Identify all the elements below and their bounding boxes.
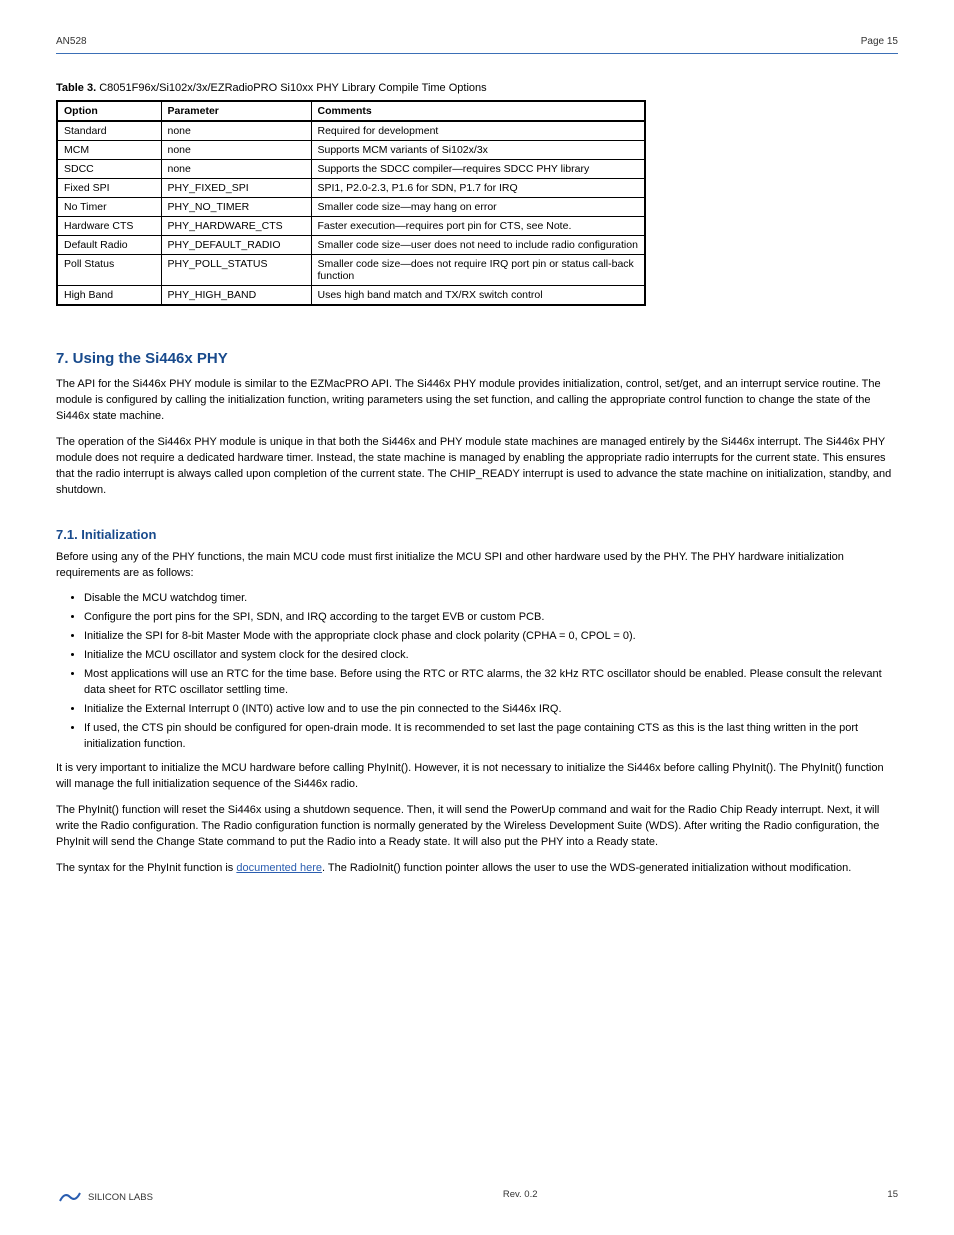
table-cell: PHY_POLL_STATUS (161, 255, 311, 286)
th-comments: Comments (311, 101, 645, 121)
table-cell: PHY_FIXED_SPI (161, 179, 311, 198)
subsection-title: 7.1. Initialization (56, 527, 898, 542)
options-table: Option Parameter Comments StandardnoneRe… (56, 100, 646, 306)
table-cell: SPI1, P2.0-2.3, P1.6 for SDN, P1.7 for I… (311, 179, 645, 198)
table-row: Hardware CTSPHY_HARDWARE_CTSFaster execu… (57, 217, 645, 236)
table-cell: PHY_HIGH_BAND (161, 286, 311, 306)
footer-brand-text: SILICON LABS (88, 1192, 153, 1203)
table-cell: PHY_HARDWARE_CTS (161, 217, 311, 236)
table-cell: Smaller code size—does not require IRQ p… (311, 255, 645, 286)
page-header: AN528 Page 15 (56, 36, 898, 54)
page-footer: SILICON LABS Rev. 0.2 15 (56, 1189, 898, 1205)
brand-logo-icon (56, 1189, 84, 1205)
table-cell: Supports the SDCC compiler—requires SDCC… (311, 160, 645, 179)
table-cell: Standard (57, 121, 161, 141)
footer-rev: Rev. 0.2 (503, 1189, 538, 1205)
subsection-intro: Before using any of the PHY functions, t… (56, 550, 898, 582)
table-cell: MCM (57, 141, 161, 160)
header-left: AN528 (56, 36, 87, 47)
table-title: C8051F96x/Si102x/3x/EZRadioPRO Si10xx PH… (99, 82, 486, 94)
list-item: Initialize the SPI for 8-bit Master Mode… (84, 629, 898, 645)
section-p2: The operation of the Si446x PHY module i… (56, 435, 898, 499)
table-header-row: Option Parameter Comments (57, 101, 645, 121)
table-row: High BandPHY_HIGH_BANDUses high band mat… (57, 286, 645, 306)
table-cell: Hardware CTS (57, 217, 161, 236)
table-row: MCMnoneSupports MCM variants of Si102x/3… (57, 141, 645, 160)
list-item: Initialize the External Interrupt 0 (INT… (84, 702, 898, 718)
table-caption: Table 3. C8051F96x/Si102x/3x/EZRadioPRO … (56, 82, 898, 94)
table-cell: Smaller code size—user does not need to … (311, 236, 645, 255)
footer-page: 15 (887, 1189, 898, 1205)
section-p1: The API for the Si446x PHY module is sim… (56, 377, 898, 425)
table-cell: Faster execution—requires port pin for C… (311, 217, 645, 236)
section-title: 7. Using the Si446x PHY (56, 350, 898, 367)
table-cell: PHY_DEFAULT_RADIO (161, 236, 311, 255)
table-cell: PHY_NO_TIMER (161, 198, 311, 217)
subsection-p-b: The PhyInit() function will reset the Si… (56, 803, 898, 851)
table-cell: Fixed SPI (57, 179, 161, 198)
init-requirements-list: Disable the MCU watchdog timer. Configure… (56, 591, 898, 752)
table-row: No TimerPHY_NO_TIMERSmaller code size—ma… (57, 198, 645, 217)
table-cell: No Timer (57, 198, 161, 217)
table-number: Table 3. (56, 82, 96, 94)
table-cell: Uses high band match and TX/RX switch co… (311, 286, 645, 306)
table-cell: none (161, 121, 311, 141)
th-option: Option (57, 101, 161, 121)
table-row: StandardnoneRequired for development (57, 121, 645, 141)
table-cell: none (161, 160, 311, 179)
th-parameter: Parameter (161, 101, 311, 121)
subsection-p-a: It is very important to initialize the M… (56, 761, 898, 793)
header-right: Page 15 (861, 36, 898, 47)
table-cell: SDCC (57, 160, 161, 179)
table-cell: Poll Status (57, 255, 161, 286)
p-c-pre: The syntax for the PhyInit function is (56, 862, 236, 874)
list-item: Initialize the MCU oscillator and system… (84, 648, 898, 664)
table-cell: Required for development (311, 121, 645, 141)
list-item: Configure the port pins for the SPI, SDN… (84, 610, 898, 626)
footer-brand: SILICON LABS (56, 1189, 153, 1205)
table-cell: Smaller code size—may hang on error (311, 198, 645, 217)
doc-link[interactable]: documented here (236, 862, 322, 874)
list-item: Most applications will use an RTC for th… (84, 667, 898, 699)
subsection-p-c: The syntax for the PhyInit function is d… (56, 861, 898, 877)
table-cell: Supports MCM variants of Si102x/3x (311, 141, 645, 160)
table-row: Default RadioPHY_DEFAULT_RADIOSmaller co… (57, 236, 645, 255)
table-cell: none (161, 141, 311, 160)
table-row: Poll StatusPHY_POLL_STATUSSmaller code s… (57, 255, 645, 286)
table-row: Fixed SPIPHY_FIXED_SPISPI1, P2.0-2.3, P1… (57, 179, 645, 198)
list-item: Disable the MCU watchdog timer. (84, 591, 898, 607)
table-row: SDCCnoneSupports the SDCC compiler—requi… (57, 160, 645, 179)
list-item: If used, the CTS pin should be configure… (84, 721, 898, 753)
p-c-post: . The RadioInit() function pointer allow… (322, 862, 851, 874)
table-cell: High Band (57, 286, 161, 306)
table-cell: Default Radio (57, 236, 161, 255)
